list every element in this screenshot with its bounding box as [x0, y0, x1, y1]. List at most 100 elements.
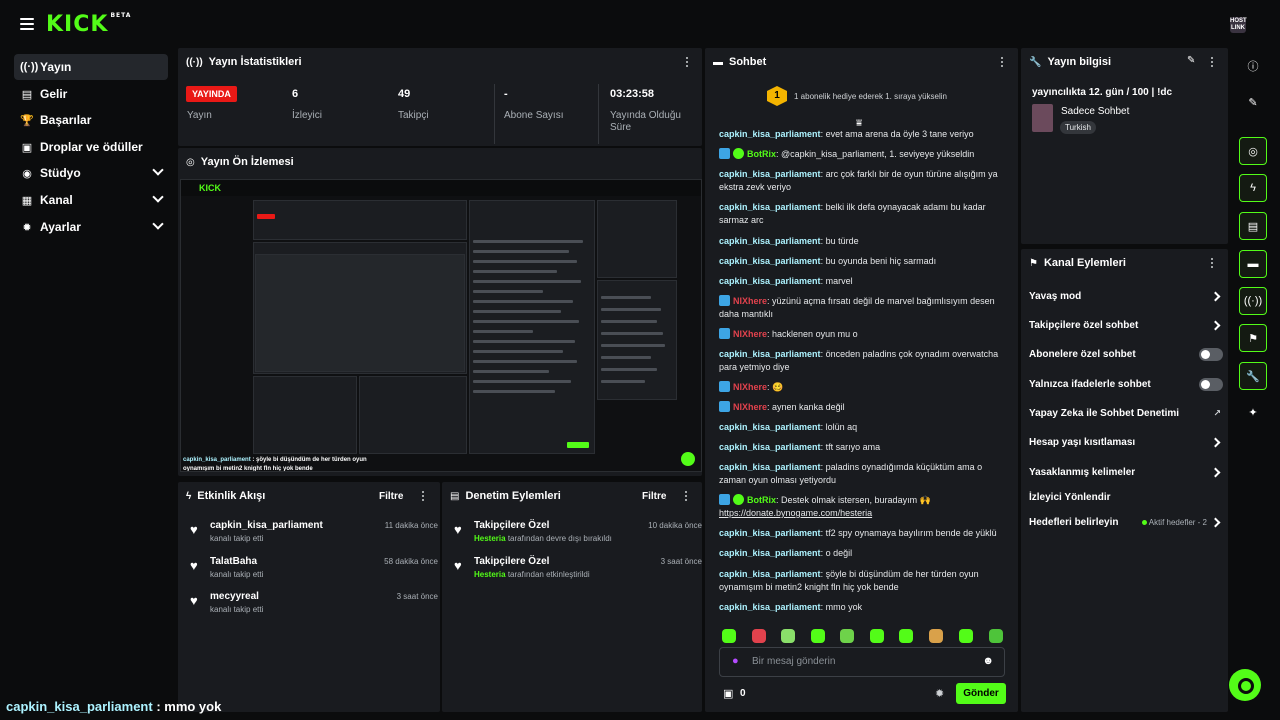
- add-widget-icon[interactable]: ✦: [1239, 398, 1267, 426]
- more-icon[interactable]: [1211, 258, 1214, 270]
- language-tag[interactable]: Turkish: [1060, 121, 1096, 134]
- stats-toggle-icon[interactable]: ((·)): [1239, 287, 1267, 315]
- chat-message: capkin_kisa_parliament: mmo yok: [719, 601, 1009, 614]
- gift-leaderboard-text[interactable]: 1 abonelik hediye ederek 1. sıraya yükse…: [794, 92, 947, 101]
- kick-logo[interactable]: KICK BETA: [46, 12, 131, 37]
- more-icon[interactable]: [1211, 57, 1214, 69]
- action-host[interactable]: İzleyici Yönlendir: [1029, 492, 1223, 510]
- chat-username[interactable]: capkin_kisa_parliament: [719, 349, 821, 359]
- feed-name[interactable]: TalatBaha: [210, 556, 257, 567]
- sidebar-item-drops[interactable]: ▣ Droplar ve ödüller: [14, 134, 168, 160]
- trophy-icon: 🏆: [20, 114, 34, 127]
- emote-icon[interactable]: [752, 629, 766, 643]
- feed-name: Takipçilere Özel: [474, 556, 550, 567]
- sidebar-item-revenue[interactable]: ▤ Gelir: [14, 81, 168, 107]
- chat-username[interactable]: NIXhere: [733, 296, 767, 306]
- emote-icon[interactable]: [781, 629, 795, 643]
- list-item: ♥ TalatBaha kanalı takip etti 58 dakika önc…: [188, 554, 438, 584]
- category-thumbnail[interactable]: [1032, 104, 1053, 132]
- sidebar-item-stream[interactable]: ((·)) Yayın: [14, 54, 168, 80]
- actor-name[interactable]: Hesteria: [474, 570, 506, 579]
- stream-info-toggle-icon[interactable]: 🔧: [1239, 362, 1267, 390]
- chat-username[interactable]: BotRix: [747, 495, 776, 505]
- emote-icon[interactable]: [929, 629, 943, 643]
- chat-username[interactable]: NIXhere: [733, 382, 767, 392]
- support-headset-icon[interactable]: [1229, 669, 1261, 701]
- emoji-icon[interactable]: ☻: [982, 655, 994, 667]
- more-icon[interactable]: [685, 491, 688, 503]
- activity-toggle-icon[interactable]: ϟ: [1239, 174, 1267, 202]
- menu-icon[interactable]: [20, 18, 34, 30]
- points-icon[interactable]: ▣: [723, 687, 733, 700]
- preview-mini-support: [681, 452, 695, 466]
- feed-name[interactable]: mecyyreal: [210, 591, 259, 602]
- chat-input[interactable]: [752, 656, 972, 667]
- chat-username[interactable]: capkin_kisa_parliament: [719, 129, 821, 139]
- chat-username[interactable]: capkin_kisa_parliament: [719, 569, 821, 579]
- points-value: 0: [740, 688, 746, 699]
- chat-username[interactable]: capkin_kisa_parliament: [719, 256, 821, 266]
- action-ai-moderation[interactable]: Yapay Zeka ile Sohbet Denetimi ↗: [1029, 408, 1223, 426]
- emote-icon[interactable]: [959, 629, 973, 643]
- chat-username[interactable]: capkin_kisa_parliament: [719, 169, 821, 179]
- chat-username[interactable]: BotRix: [747, 149, 776, 159]
- more-icon[interactable]: [686, 57, 689, 69]
- moderation-toggle-icon[interactable]: ▤: [1239, 212, 1267, 240]
- action-followers-only[interactable]: Takipçilere özel sohbet: [1029, 320, 1223, 338]
- filter-button[interactable]: Filtre: [379, 491, 403, 502]
- emote-icon[interactable]: [989, 629, 1003, 643]
- action-goals[interactable]: Hedefleri belirleyin Aktif hedefler - 2: [1029, 517, 1223, 535]
- emote-icon[interactable]: [899, 629, 913, 643]
- filter-button[interactable]: Filtre: [642, 491, 666, 502]
- chat-username[interactable]: capkin_kisa_parliament: [719, 442, 821, 452]
- action-label: İzleyici Yönlendir: [1029, 492, 1111, 503]
- sidebar-item-channel[interactable]: ▦ Kanal: [14, 187, 168, 213]
- edit-icon[interactable]: ✎: [1187, 55, 1195, 66]
- feed-name: Takipçilere Özel: [474, 520, 550, 531]
- emote-icon[interactable]: [722, 629, 736, 643]
- pencil-icon[interactable]: ✎: [1239, 88, 1267, 116]
- chat-message: BotRix: @capkin_kisa_parliament, 1. sevi…: [719, 148, 1009, 161]
- feed-name[interactable]: capkin_kisa_parliament: [210, 520, 323, 531]
- channel-actions-toggle-icon[interactable]: ⚑: [1239, 324, 1267, 352]
- action-banned-words[interactable]: Yasaklanmış kelimeler: [1029, 467, 1223, 485]
- chat-message: NIXhere: 🥴: [719, 381, 1009, 394]
- emote-only-toggle[interactable]: [1199, 378, 1223, 391]
- chat-username[interactable]: capkin_kisa_parliament: [719, 422, 821, 432]
- chat-username[interactable]: capkin_kisa_parliament: [719, 602, 821, 612]
- microphone-icon[interactable]: ●: [732, 655, 739, 667]
- chevron-right-icon: [1210, 467, 1221, 478]
- chat-settings-icon[interactable]: ✹: [935, 687, 944, 700]
- emote-icon[interactable]: [811, 629, 825, 643]
- info-icon[interactable]: ⓘ: [1239, 52, 1267, 80]
- user-avatar[interactable]: HOST LINK: [1230, 17, 1247, 33]
- chat-username[interactable]: capkin_kisa_parliament: [719, 548, 821, 558]
- stream-preview-video[interactable]: KICK capkin_kisa_parliament : şöyle bi d…: [180, 179, 702, 472]
- sidebar-item-label: Yayın: [40, 60, 72, 74]
- chat-username[interactable]: NIXhere: [733, 402, 767, 412]
- chat-username[interactable]: capkin_kisa_parliament: [719, 462, 821, 472]
- chat-username[interactable]: capkin_kisa_parliament: [719, 236, 821, 246]
- more-icon[interactable]: [422, 491, 425, 503]
- feed-sub: kanalı takip etti: [210, 605, 264, 614]
- actor-name[interactable]: Hesteria: [474, 534, 506, 543]
- chat-username[interactable]: capkin_kisa_parliament: [719, 528, 821, 538]
- sidebar-item-studio[interactable]: ◉ Stüdyo: [14, 160, 168, 186]
- emote-icon[interactable]: [870, 629, 884, 643]
- chevron-down-icon: [152, 191, 164, 203]
- emote-icon[interactable]: [840, 629, 854, 643]
- chat-link[interactable]: https://donate.bynogame.com/hesteria: [719, 508, 872, 518]
- action-account-age[interactable]: Hesap yaşı kısıtlaması: [1029, 437, 1223, 455]
- chat-toggle-icon[interactable]: ▬: [1239, 250, 1267, 278]
- chat-username[interactable]: NIXhere: [733, 329, 767, 339]
- preview-toggle-icon[interactable]: ◎: [1239, 137, 1267, 165]
- chat-username[interactable]: capkin_kisa_parliament: [719, 276, 821, 286]
- chat-username[interactable]: capkin_kisa_parliament: [719, 202, 821, 212]
- action-slow-mode[interactable]: Yavaş mod: [1029, 291, 1223, 309]
- sidebar-item-achievements[interactable]: 🏆 Başarılar: [14, 107, 168, 133]
- sidebar-item-settings[interactable]: ✹ Ayarlar: [14, 214, 168, 240]
- category-name[interactable]: Sadece Sohbet: [1061, 106, 1129, 117]
- send-button[interactable]: Gönder: [956, 683, 1006, 704]
- more-icon[interactable]: [1001, 57, 1004, 69]
- subscribers-only-toggle[interactable]: [1199, 348, 1223, 361]
